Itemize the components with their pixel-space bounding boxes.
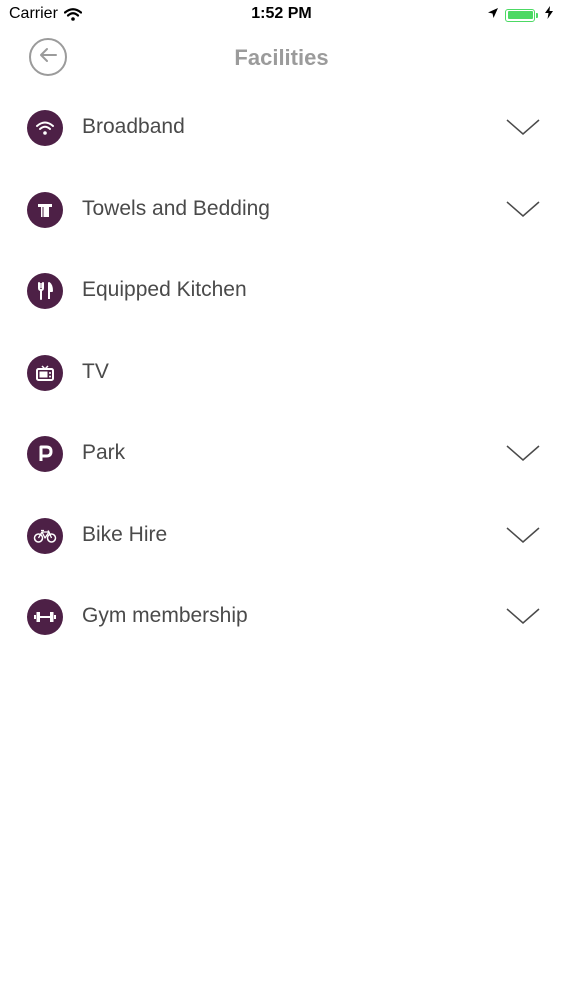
page-title: Facilities: [234, 45, 329, 70]
facility-label: Broadband: [82, 115, 185, 138]
chevron-down-icon[interactable]: [505, 117, 541, 137]
facility-item-towels-and-bedding[interactable]: Towels and Bedding: [0, 170, 563, 252]
tv-icon: [27, 354, 63, 391]
facility-label: Bike Hire: [82, 522, 168, 546]
chevron-down-icon[interactable]: [505, 606, 541, 626]
wifi-icon: [27, 110, 63, 146]
chevron-down-icon[interactable]: [505, 443, 541, 463]
status-bar: Carrier 1:52 PM: [0, 0, 563, 30]
charging-bolt-icon: [545, 6, 553, 24]
status-time: 1:52 PM: [251, 5, 312, 22]
navigation-bar: Facilities: [0, 30, 563, 86]
parking-icon: [27, 436, 63, 472]
fork-knife-icon: [27, 273, 63, 309]
facility-item-bike-hire[interactable]: Bike Hire: [0, 496, 563, 578]
chevron-down-icon[interactable]: [505, 199, 541, 219]
facility-label: Equipped Kitchen: [82, 278, 247, 301]
towel-icon: [27, 191, 63, 228]
facility-label: TV: [82, 359, 109, 383]
facility-item-tv[interactable]: TV: [0, 333, 563, 415]
bicycle-icon: [27, 517, 63, 554]
facility-item-gym-membership[interactable]: Gym membership: [0, 577, 563, 659]
facility-list: Broadband Towels and Bedding Equipped Ki…: [0, 88, 563, 659]
location-arrow-icon: [487, 6, 499, 24]
dumbbell-icon: [27, 599, 63, 635]
facility-label: Gym membership: [82, 604, 248, 627]
facility-label: Towels and Bedding: [82, 196, 270, 220]
battery-icon: [505, 8, 538, 22]
status-right-group: [487, 6, 553, 24]
chevron-down-icon[interactable]: [505, 525, 541, 545]
facility-item-park[interactable]: Park: [0, 414, 563, 496]
facility-item-broadband[interactable]: Broadband: [0, 88, 563, 170]
facility-label: Park: [82, 441, 126, 464]
facility-item-equipped-kitchen[interactable]: Equipped Kitchen: [0, 251, 563, 333]
